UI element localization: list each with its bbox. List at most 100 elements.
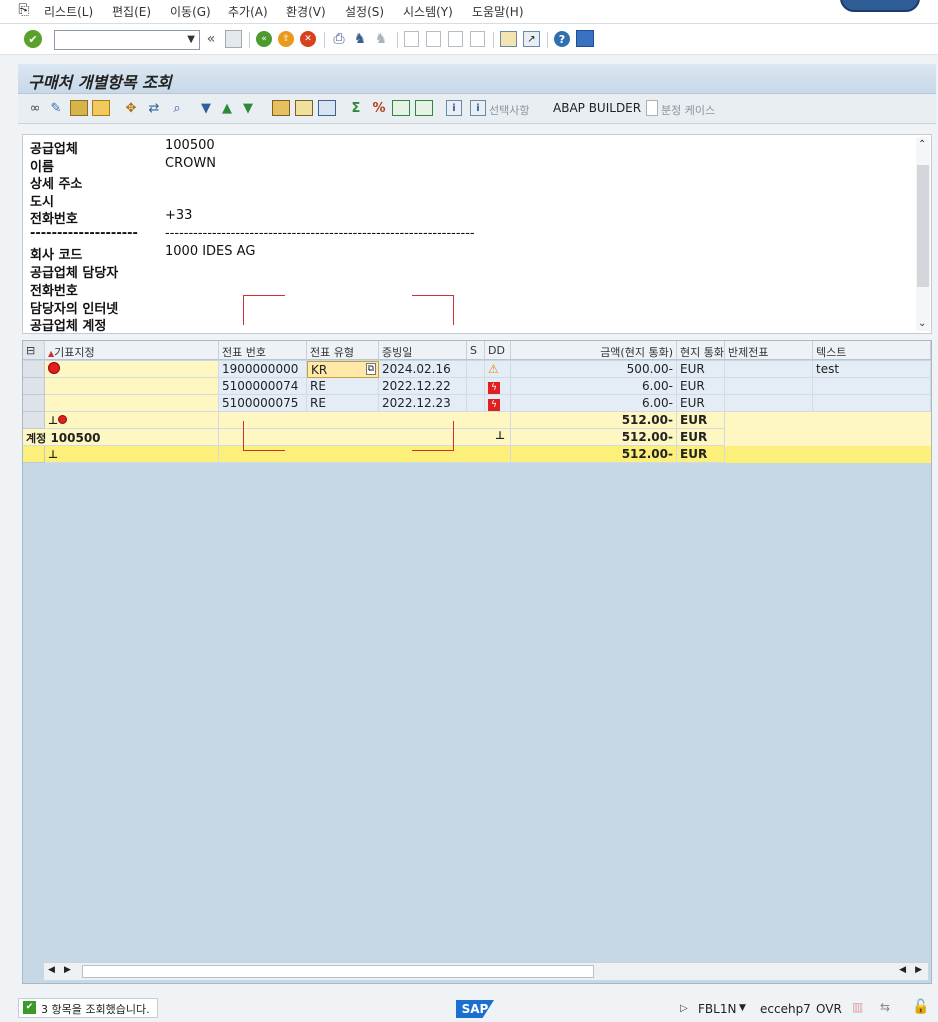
column-header-text[interactable]: 텍스트 (813, 341, 931, 360)
logoff-button[interactable] (840, 0, 920, 12)
column-header-s[interactable]: S (467, 341, 485, 360)
subtotal-row[interactable]: ⊥ 512.00- EUR (23, 412, 931, 429)
menu-goto[interactable]: 이동(G) (170, 3, 211, 20)
back-icon[interactable]: « (256, 31, 272, 47)
doc-no-cell[interactable]: 1900000000 (219, 361, 307, 378)
column-header-clearing-flag[interactable]: ▲기표지정 (45, 341, 219, 360)
scroll-thumb[interactable] (82, 965, 594, 978)
shortcut-icon[interactable]: ↗ (523, 31, 540, 47)
row-selector[interactable] (23, 412, 45, 429)
total-row[interactable]: ⊥ 512.00- EUR (23, 446, 931, 463)
value-help-icon[interactable]: ⧉ (365, 363, 376, 375)
currency-cell[interactable]: EUR (677, 378, 725, 395)
row-selector[interactable] (23, 446, 45, 463)
chevron-down-icon[interactable]: ▼ (187, 34, 195, 45)
scroll-left-icon[interactable]: ◀ (899, 965, 906, 975)
menu-settings[interactable]: 설정(S) (345, 3, 384, 20)
enter-icon[interactable]: ✔ (24, 30, 42, 48)
scroll-right-icon[interactable]: ▶ (915, 965, 922, 975)
doc-type-cell[interactable]: RE (307, 395, 379, 412)
text-cell[interactable]: test (813, 361, 931, 378)
column-header-doc-date[interactable]: 증빙일 (379, 341, 467, 360)
currency-cell[interactable]: EUR (677, 395, 725, 412)
pencil-icon[interactable]: ✎ (48, 100, 64, 116)
scroll-left-icon[interactable]: ◀ (48, 965, 55, 975)
select-layout-icon[interactable] (92, 100, 110, 116)
doc-type-cell[interactable]: KR ⧉ (307, 361, 379, 378)
row-selector[interactable] (23, 361, 45, 378)
insert-column-icon[interactable] (295, 100, 313, 116)
sort-descending-icon[interactable]: ▼ (240, 100, 256, 116)
details-icon[interactable]: ⌕ (168, 100, 186, 116)
column-icon[interactable] (272, 100, 290, 116)
info-selection-icon[interactable]: i (470, 100, 486, 116)
account-subtotal-row[interactable]: 계정 100500 ⊥ 512.00- EUR (23, 429, 931, 446)
filter-icon[interactable]: ▼ (198, 100, 214, 116)
selection-button[interactable]: 선택사항 (489, 102, 529, 118)
exit-transaction-icon[interactable]: ⇧ (278, 31, 294, 47)
glasses-icon[interactable]: ∞ (26, 100, 44, 116)
layout-icon[interactable] (70, 100, 88, 116)
table-row[interactable]: 5100000075 RE 2022.12.23 ϟ 6.00- EUR (23, 395, 931, 412)
doc-no-cell[interactable]: 5100000075 (219, 395, 307, 412)
doc-date-cell[interactable]: 2022.12.23 (379, 395, 467, 412)
command-field[interactable]: ▼ (54, 30, 200, 50)
new-session-icon[interactable] (500, 31, 517, 47)
split-case-button[interactable]: 분정 케이스 (661, 102, 715, 118)
text-cell[interactable] (813, 378, 931, 395)
currency-cell[interactable]: EUR (677, 361, 725, 378)
menu-edit[interactable]: 편집(E) (112, 3, 151, 20)
amount-cell[interactable]: 500.00- (511, 361, 677, 378)
column-header-clearing-doc[interactable]: 반제전표 (725, 341, 813, 360)
table-row[interactable]: 1900000000 KR ⧉ 2024.02.16 ⚠ 500.00- EUR … (23, 361, 931, 378)
collapse-icon[interactable]: « (204, 30, 218, 48)
expand-icon[interactable] (392, 100, 410, 116)
doc-no-cell[interactable]: 5100000074 (219, 378, 307, 395)
exit-icon[interactable]: ⎘ (16, 2, 32, 18)
select-all-icon[interactable]: ⊟ (23, 341, 45, 360)
column-header-currency[interactable]: 현지 통화 (677, 341, 725, 360)
column-header-doc-no[interactable]: 전표 번호 (219, 341, 307, 360)
change-icon[interactable]: ⇄ (145, 100, 163, 116)
print-icon[interactable]: ⎙ (331, 30, 347, 48)
row-selector[interactable] (23, 395, 45, 412)
document-flow-icon[interactable]: ✥ (122, 100, 140, 116)
chevron-down-icon[interactable]: ⌄ (918, 318, 926, 329)
doc-date-cell[interactable]: 2024.02.16 (379, 361, 467, 378)
column-header-doc-type[interactable]: 전표 유형 (307, 341, 379, 360)
info-icon[interactable]: i (446, 100, 462, 116)
settings-icon[interactable]: ⇆ (880, 1000, 890, 1014)
menu-extras[interactable]: 추가(A) (228, 3, 268, 20)
abap-builder-button[interactable]: ABAP BUILDER (553, 101, 641, 115)
scroll-right-icon[interactable]: ▶ (64, 965, 71, 975)
collapse-icon[interactable] (415, 100, 433, 116)
column-header-amount[interactable]: 금액(현지 통화) (511, 341, 677, 360)
chevron-down-icon[interactable]: ▼ (739, 1003, 746, 1013)
insert-mode-label[interactable]: OVR (816, 1002, 842, 1016)
column-header-dd[interactable]: DD (485, 341, 511, 360)
scroll-thumb[interactable] (917, 165, 929, 287)
table-row[interactable]: 5100000074 RE 2022.12.22 ϟ 6.00- EUR (23, 378, 931, 395)
lock-icon[interactable]: 🔓 (912, 999, 929, 1015)
customize-layout-icon[interactable] (576, 30, 594, 47)
amount-cell[interactable]: 6.00- (511, 395, 677, 412)
cancel-icon[interactable]: ✕ (300, 31, 316, 47)
grid-horizontal-scrollbar[interactable]: ◀ ▶ ◀ ▶ (44, 962, 928, 980)
sort-ascending-icon[interactable]: ▲ (219, 100, 235, 116)
doc-date-cell[interactable]: 2022.12.22 (379, 378, 467, 395)
save-icon[interactable] (225, 30, 242, 48)
play-icon[interactable]: ▷ (680, 1003, 688, 1014)
help-icon[interactable]: ? (554, 31, 570, 47)
subtotal-icon[interactable]: % (370, 100, 388, 116)
tcode-label[interactable]: FBL1N (698, 1002, 736, 1016)
chevron-up-icon[interactable]: ⌃ (918, 139, 926, 150)
menu-system[interactable]: 시스템(Y) (403, 3, 453, 20)
status-message[interactable]: ✔ 3 항목을 조회했습니다. (18, 998, 158, 1018)
menu-help[interactable]: 도움말(H) (472, 3, 524, 20)
hide-column-icon[interactable] (318, 100, 336, 116)
menu-environment[interactable]: 환경(V) (286, 3, 326, 20)
row-selector[interactable] (23, 378, 45, 395)
doc-type-cell[interactable]: RE (307, 378, 379, 395)
menu-list[interactable]: 리스트(L) (44, 3, 93, 20)
sum-icon[interactable]: Σ (348, 100, 364, 116)
